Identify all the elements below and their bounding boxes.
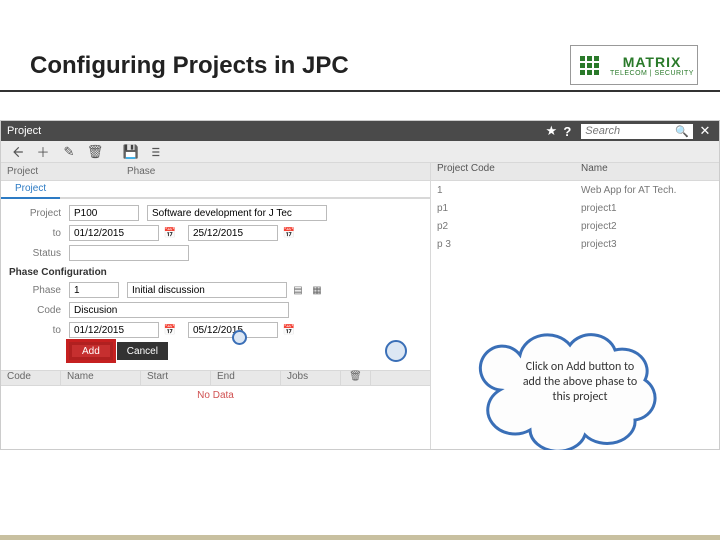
logo-text: MATRIX TELECOM | SECURITY [607, 46, 697, 84]
callout: Click on Add button to add the above pha… [470, 320, 670, 450]
delete-button[interactable]: 🗑 [83, 143, 107, 161]
search-icon[interactable]: 🔍 [675, 125, 689, 138]
add-phase-button[interactable]: Add [69, 342, 113, 360]
input-phase-from-date[interactable] [69, 322, 159, 338]
col-end: End [211, 371, 281, 385]
table-row[interactable]: 1Web App for AT Tech. [431, 181, 719, 199]
back-button[interactable] [5, 143, 29, 161]
slide-title: Configuring Projects in JPC [30, 52, 349, 80]
label-to-1: to [9, 228, 69, 239]
back-arrow-icon [10, 145, 24, 159]
col-delete-icon: 🗑 [341, 371, 371, 385]
calendar-icon[interactable]: 📅 [281, 322, 297, 338]
edit-button[interactable]: ✎ [57, 143, 81, 161]
callout-text: Click on Add button to add the above pha… [520, 360, 640, 405]
label-code: Code [9, 305, 69, 316]
col-project-code: Project Code [431, 163, 575, 180]
col-jobs: Jobs [281, 371, 341, 385]
table-row[interactable]: p 3project3 [431, 235, 719, 253]
table-row[interactable]: p2project2 [431, 217, 719, 235]
lookup-icon[interactable]: ▤ [290, 282, 306, 298]
input-project-name[interactable] [147, 205, 327, 221]
brand-logo: MATRIX TELECOM | SECURITY [570, 45, 698, 85]
add-phase-icon[interactable]: ▦ [309, 282, 325, 298]
save-button[interactable]: 💾 [119, 143, 143, 161]
col-code: Code [1, 371, 61, 385]
logo-brand: MATRIX [623, 54, 682, 70]
phase-list-header: Code Name Start End Jobs 🗑 [1, 370, 430, 386]
input-phase-num[interactable] [69, 282, 119, 298]
calendar-icon[interactable]: 📅 [281, 225, 297, 241]
annotation-circle [385, 340, 407, 362]
label-phase: Phase [9, 285, 69, 296]
form-area: Project to 📅 📅 Status Phase [1, 199, 430, 370]
input-from-date[interactable] [69, 225, 159, 241]
tab-row: Project [1, 181, 430, 199]
left-pane-header: Project Phase [1, 163, 430, 181]
input-phase-name[interactable] [127, 282, 287, 298]
title-underline [0, 90, 720, 92]
add-button[interactable]: ＋ [31, 143, 55, 161]
section-phase-config: Phase Configuration [9, 267, 422, 278]
calendar-icon[interactable]: 📅 [162, 322, 178, 338]
annotation-circle [232, 330, 247, 345]
search-input[interactable] [585, 124, 675, 139]
search-box[interactable]: 🔍 [581, 124, 693, 139]
label-status: Status [9, 248, 69, 259]
input-status[interactable] [69, 245, 189, 261]
no-data-text: No Data [1, 386, 430, 405]
tab-project[interactable]: Project [1, 181, 60, 199]
close-icon[interactable]: ✕ [697, 123, 713, 139]
list-button[interactable] [145, 143, 169, 161]
cancel-button[interactable]: Cancel [117, 342, 168, 360]
list-icon [150, 145, 164, 159]
input-project-code[interactable] [69, 205, 139, 221]
label-project: Project [9, 208, 69, 219]
star-icon[interactable]: ★ [543, 123, 559, 139]
col-project: Project [1, 166, 121, 177]
left-pane: Project Phase Project Project to 📅 [1, 163, 431, 449]
logo-tagline: TELECOM | SECURITY [610, 70, 694, 77]
table-row[interactable]: p1project1 [431, 199, 719, 217]
logo-mark [571, 46, 607, 84]
project-list-header: Project Code Name [431, 163, 719, 181]
toolbar: ＋ ✎ 🗑 💾 [1, 141, 719, 163]
app-title: Project [7, 125, 41, 137]
input-to-date[interactable] [188, 225, 278, 241]
label-to-2: to [9, 325, 69, 336]
col-start: Start [141, 371, 211, 385]
col-name: Name [61, 371, 141, 385]
calendar-icon[interactable]: 📅 [162, 225, 178, 241]
input-code[interactable] [69, 302, 289, 318]
col-project-name: Name [575, 163, 719, 180]
footer-bar [0, 535, 720, 540]
app-header: Project ★ ? 🔍 ✕ [1, 121, 719, 141]
col-phase: Phase [121, 166, 161, 177]
help-icon[interactable]: ? [559, 124, 575, 139]
